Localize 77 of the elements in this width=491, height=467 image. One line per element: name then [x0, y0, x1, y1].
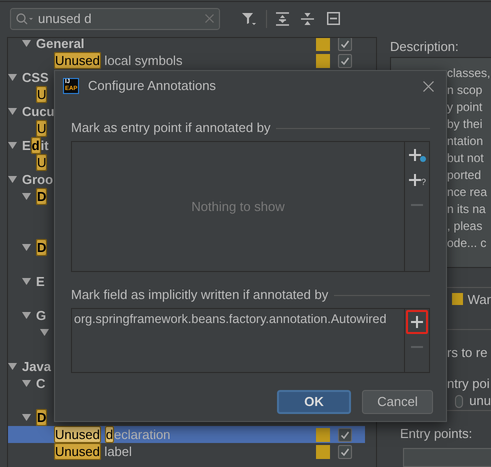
annotation-list[interactable]: org.springframework.beans.factory.annotation.Autowired — [71, 308, 430, 373]
tree-label: Java — [22, 358, 51, 374]
tree-label: C — [36, 376, 46, 391]
entry-points-label: Entry points: — [400, 425, 472, 444]
description-label: Description: — [390, 38, 459, 56]
tree-label: U — [36, 86, 48, 103]
tree-label: Edit — [22, 136, 49, 154]
tree-label: Cucu — [22, 104, 54, 119]
description-line: n its na — [447, 200, 487, 218]
annotation-list[interactable]: Nothing to show ? — [71, 141, 430, 272]
expand-arrow-icon[interactable] — [40, 328, 49, 337]
tree-label: E — [36, 274, 45, 289]
entry-heading: ntry poi — [447, 374, 490, 393]
description-line: ntation — [447, 132, 484, 150]
cancel-button[interactable]: Cancel — [362, 390, 433, 414]
search-icon — [16, 12, 34, 24]
tree-label: General — [36, 38, 84, 51]
ok-button[interactable]: OK — [277, 390, 351, 414]
checkbox[interactable] — [338, 54, 352, 68]
help-mark-text: ? — [420, 178, 426, 187]
expand-arrow-icon[interactable] — [8, 362, 17, 371]
radio-label: unu — [469, 392, 491, 410]
empty-list-text: Nothing to show — [191, 198, 285, 216]
description-line: nce rea — [447, 184, 488, 200]
description-line: ode... c — [447, 234, 488, 252]
selected-tree-row[interactable]: Unused declaration — [8, 426, 365, 443]
tree-label: D — [36, 188, 48, 205]
add-button[interactable]: ? — [406, 168, 428, 192]
description-line: ported — [447, 166, 482, 184]
add-icon — [410, 315, 424, 329]
section-label: Mark field as implicitly written if annotated by — [71, 286, 328, 304]
tree-label: Unused declaration — [54, 426, 170, 442]
expand-arrow-icon[interactable] — [22, 379, 31, 388]
tree-label: CSS — [22, 70, 49, 85]
checkbox[interactable] — [338, 38, 352, 50]
tree-label: U — [36, 120, 48, 137]
description-line: by thei — [447, 116, 484, 132]
expand-arrow-icon[interactable] — [8, 141, 17, 150]
search-input[interactable]: unused d — [38, 8, 205, 28]
add-icon — [408, 173, 422, 187]
search-field[interactable]: unused d — [10, 8, 220, 30]
expand-arrow-icon[interactable] — [22, 39, 31, 48]
collapse-all-icon[interactable] — [301, 12, 314, 26]
tree-label: G — [36, 308, 46, 323]
tree-label: Unused local symbols — [54, 52, 182, 69]
filter-icon[interactable] — [241, 10, 257, 26]
checkbox[interactable] — [338, 444, 352, 458]
description-line: classes, — [447, 64, 491, 82]
tree-label: Unused label — [54, 442, 132, 460]
expand-arrow-icon[interactable] — [22, 243, 31, 252]
description-line: n scop — [447, 82, 484, 98]
list-row[interactable]: org.springframework.beans.factory.annotation.Autowired — [72, 309, 404, 329]
description-line: but not — [447, 150, 485, 166]
expand-arrow-icon[interactable] — [8, 175, 17, 184]
tree-label: U — [36, 154, 48, 171]
radio-button[interactable] — [455, 394, 464, 408]
description-line: y point — [447, 98, 484, 116]
section-label: Mark as entry point if annotated by — [71, 119, 270, 138]
add-icon — [408, 148, 422, 162]
expand-arrow-icon[interactable] — [22, 192, 31, 201]
expand-arrow-icon[interactable] — [22, 311, 31, 320]
dialog-title: Configure Annotations — [88, 77, 217, 96]
severity-label[interactable]: War — [468, 290, 491, 310]
expand-arrow-icon[interactable] — [22, 413, 31, 422]
collapse-icon[interactable] — [327, 12, 340, 25]
expand-arrow-icon[interactable] — [8, 107, 17, 116]
expand-arrow-icon[interactable] — [8, 73, 17, 82]
tree-label: Groo — [22, 172, 54, 187]
tree-label: D — [36, 238, 48, 256]
option-label: rs to re — [447, 344, 488, 362]
expand-all-icon[interactable] — [276, 12, 289, 26]
checkbox[interactable] — [338, 428, 352, 442]
expand-arrow-icon[interactable] — [22, 277, 31, 286]
tree-label: D — [36, 408, 48, 426]
add-button[interactable] — [406, 310, 428, 334]
description-line: , pleas — [447, 218, 484, 234]
close-icon[interactable] — [423, 80, 434, 92]
